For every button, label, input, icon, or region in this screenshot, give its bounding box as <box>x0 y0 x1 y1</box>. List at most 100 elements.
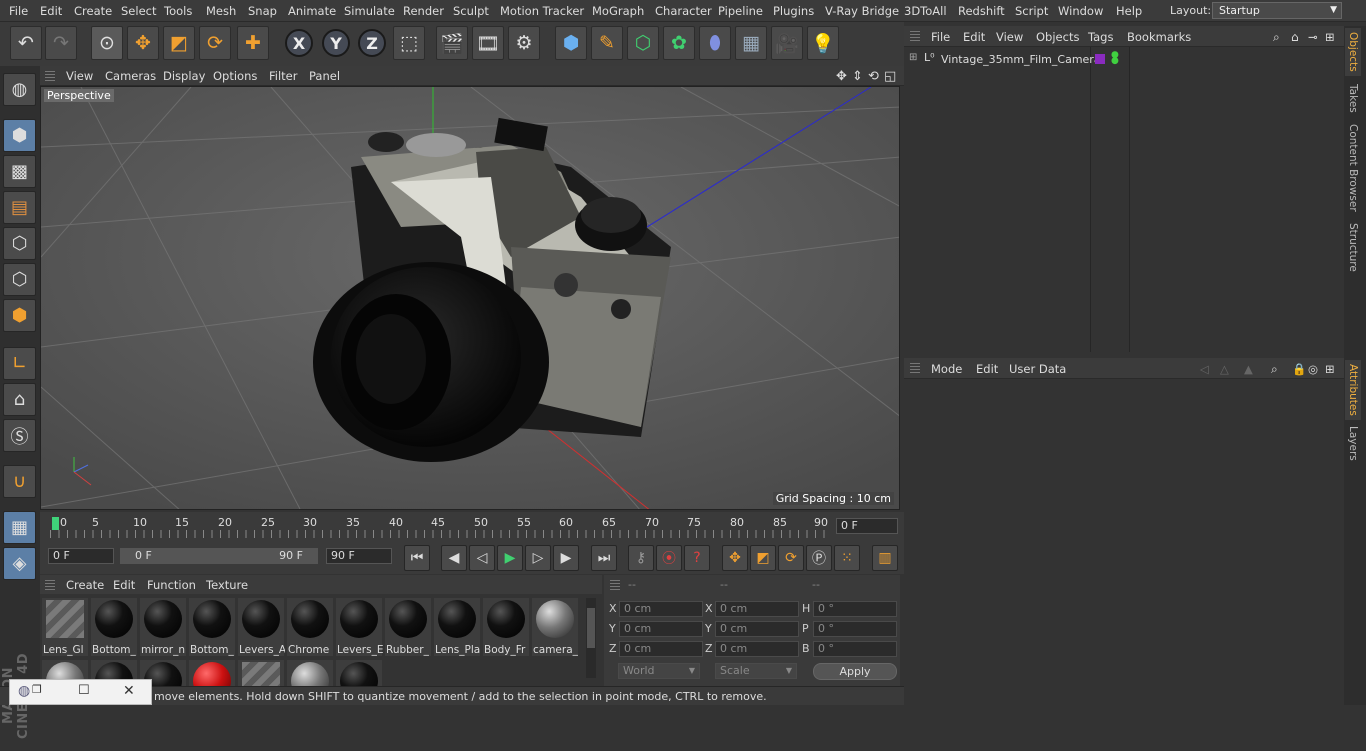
object-menu-edit[interactable]: Edit <box>963 30 985 44</box>
model-mode-button[interactable]: ⬢ <box>3 119 36 152</box>
viewport-move-icon[interactable]: ✥ <box>836 69 847 84</box>
apply-button[interactable]: Apply <box>813 663 897 680</box>
target-icon[interactable]: ◎ <box>1308 362 1318 376</box>
menu-sculpt[interactable]: Sculpt <box>453 4 489 18</box>
material-swatch[interactable]: Chrome <box>287 598 333 656</box>
timeline-window-button[interactable]: ▥ <box>872 545 898 571</box>
timeline-ruler[interactable]: 0 5 10 15 20 25 30 35 40 45 50 55 60 65 … <box>40 512 904 544</box>
maximize-icon[interactable]: ☐ <box>78 683 90 698</box>
pos-y-field[interactable]: 0 cm <box>619 621 703 637</box>
object-menu-file[interactable]: File <box>931 30 950 44</box>
keyframe-selection-button[interactable]: ? <box>684 545 710 571</box>
tab-content-browser[interactable]: Content Browser <box>1347 124 1359 212</box>
material-menu-texture[interactable]: Texture <box>206 578 248 592</box>
cloner-button[interactable]: ✿ <box>663 26 695 60</box>
key-parameter-button[interactable]: Ⓟ <box>806 545 832 571</box>
menu-pipeline[interactable]: Pipeline <box>718 4 763 18</box>
menu-create[interactable]: Create <box>74 4 112 18</box>
material-swatch[interactable] <box>189 660 235 686</box>
scale-tool-button[interactable]: ◩ <box>163 26 195 60</box>
size-mode-dropdown[interactable]: Scale ▼ <box>715 663 797 679</box>
render-view-button[interactable]: 🎬 <box>436 26 468 60</box>
undo-button[interactable]: ↶ <box>10 26 42 60</box>
material-swatch[interactable]: Bottom_ <box>91 598 137 656</box>
material-scrollbar-thumb[interactable] <box>587 608 595 648</box>
size-x-field[interactable]: 0 cm <box>715 601 799 617</box>
live-selection-button[interactable]: ⊙ <box>91 26 123 60</box>
locked-workplane-button[interactable]: ◈ <box>3 547 36 580</box>
next-frame-button[interactable]: ▷ <box>525 545 551 571</box>
visibility-dots-icon[interactable]: ● ● <box>1111 51 1119 66</box>
camera-button[interactable]: 🎥 <box>771 26 803 60</box>
frame-ruler[interactable]: 0 5 10 15 20 25 30 35 40 45 50 55 60 65 … <box>50 516 830 538</box>
coordinate-space-dropdown[interactable]: World ▼ <box>618 663 700 679</box>
material-swatch[interactable]: Bottom_ <box>189 598 235 656</box>
object-menu-objects[interactable]: Objects <box>1036 30 1079 44</box>
redo-button[interactable]: ↷ <box>45 26 77 60</box>
previous-frame-button[interactable]: ◁ <box>469 545 495 571</box>
menu-select[interactable]: Select <box>121 4 156 18</box>
rotate-tool-button[interactable]: ⟳ <box>199 26 231 60</box>
menu-edit[interactable]: Edit <box>40 4 62 18</box>
coordinate-system-button[interactable]: ⬚ <box>393 26 425 60</box>
restore-icon[interactable]: ❐ <box>32 683 42 696</box>
attributes-menu-user-data[interactable]: User Data <box>1009 362 1066 376</box>
menu-tools[interactable]: Tools <box>164 4 192 18</box>
menu-plugins[interactable]: Plugins <box>773 4 814 18</box>
material-menu-create[interactable]: Create <box>66 578 104 592</box>
y-axis-button[interactable]: Y <box>322 29 350 57</box>
pos-z-field[interactable]: 0 cm <box>619 641 703 657</box>
autokey-button[interactable]: ⦿ <box>656 545 682 571</box>
rot-p-field[interactable]: 0 ° <box>813 621 897 637</box>
material-swatch[interactable]: Levers_A <box>238 598 285 656</box>
tab-objects[interactable]: Objects <box>1345 28 1361 76</box>
material-swatch[interactable]: mirror_n <box>140 598 186 656</box>
transform-tool-button[interactable]: ✚ <box>237 26 269 60</box>
material-swatch[interactable]: camera_ <box>532 598 578 656</box>
viewport-menu-filter[interactable]: Filter <box>269 69 297 83</box>
tab-attributes[interactable]: Attributes <box>1345 360 1361 420</box>
layer-color-swatch[interactable] <box>1095 54 1105 64</box>
key-pla-button[interactable]: ⁙ <box>834 545 860 571</box>
key-rotation-button[interactable]: ⟳ <box>778 545 804 571</box>
go-to-end-button[interactable]: ⏭ <box>591 545 617 571</box>
polygons-mode-button[interactable]: ⬢ <box>3 299 36 332</box>
search-icon[interactable]: ⌕ <box>1271 362 1278 377</box>
render-picture-viewer-button[interactable]: 🎞 <box>472 26 504 60</box>
menu-redshift[interactable]: Redshift <box>958 4 1005 18</box>
render-settings-button[interactable]: ⚙ <box>508 26 540 60</box>
size-z-field[interactable]: 0 cm <box>715 641 799 657</box>
object-name[interactable]: Vintage_35mm_Film_Camera <box>941 53 1101 66</box>
back-icon[interactable]: ⊸ <box>1308 30 1318 44</box>
go-to-start-button[interactable]: ⏮ <box>404 545 430 571</box>
key-scale-button[interactable]: ◩ <box>750 545 776 571</box>
record-keys-button[interactable]: ⚷ <box>628 545 654 571</box>
lock-icon[interactable]: 🔒 <box>1292 362 1306 376</box>
home-icon[interactable]: ⌂ <box>1291 30 1299 44</box>
subdivision-button[interactable]: ⬡ <box>627 26 659 60</box>
viewport-menu-cameras[interactable]: Cameras <box>105 69 156 83</box>
viewport-menu-view[interactable]: View <box>66 69 93 83</box>
expand-icon[interactable]: ⊞ <box>909 52 917 63</box>
start-frame-field[interactable]: 0 F <box>48 548 114 564</box>
light-button[interactable]: 💡 <box>807 26 839 60</box>
rot-h-field[interactable]: 0 ° <box>813 601 897 617</box>
range-slider[interactable]: 0 F 90 F <box>120 548 318 564</box>
z-axis-button[interactable]: Z <box>358 29 386 57</box>
expand-panel-icon[interactable]: ⊞ <box>1325 362 1335 376</box>
move-tool-button[interactable]: ✥ <box>127 26 159 60</box>
material-swatch[interactable]: Rubber_ <box>385 598 431 656</box>
material-swatch[interactable]: Levers_E <box>336 598 383 656</box>
viewport-label[interactable]: Perspective <box>44 89 114 102</box>
snap-button[interactable]: ∪ <box>3 465 36 498</box>
pen-spline-button[interactable]: ✎ <box>591 26 623 60</box>
key-position-button[interactable]: ✥ <box>722 545 748 571</box>
material-swatch[interactable] <box>336 660 382 686</box>
end-frame-field[interactable]: 90 F <box>326 548 392 564</box>
attributes-menu-mode[interactable]: Mode <box>931 362 962 376</box>
object-menu-view[interactable]: View <box>996 30 1023 44</box>
tweak-mode-button[interactable]: ⌂ <box>3 383 36 416</box>
previous-key-button[interactable]: ◀ <box>441 545 467 571</box>
tab-takes[interactable]: Takes <box>1347 84 1359 113</box>
material-swatch[interactable]: Lens_Gl <box>42 598 88 656</box>
